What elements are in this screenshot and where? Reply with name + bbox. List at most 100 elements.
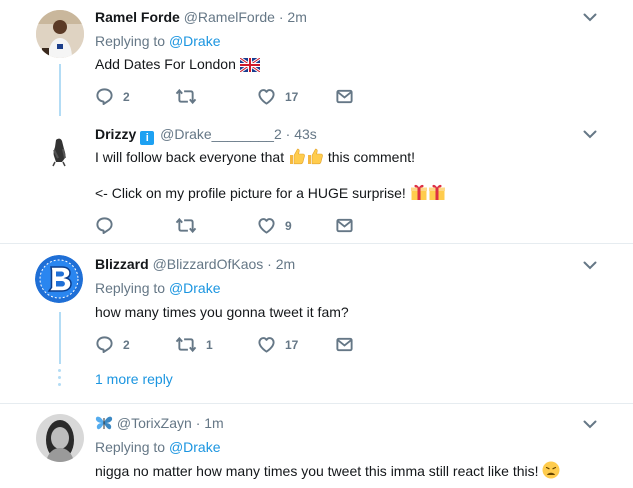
verified-badge-icon: i (140, 131, 155, 145)
tweet-text-content: how many times you gonna tweet it fam? (95, 304, 349, 320)
tweet-text-content: nigga no matter how many times you tweet… (95, 463, 539, 479)
replying-prefix: Replying to (95, 439, 166, 455)
avatar-image (36, 128, 84, 176)
retweet-count: 1 (206, 337, 213, 352)
avatar[interactable] (36, 414, 84, 462)
retweet-icon (175, 216, 197, 235)
separator: · (285, 126, 291, 142)
tweet-ramel-forde[interactable]: Ramel Forde @RamelForde · 2m Replying to… (0, 0, 633, 116)
tweet-actions: 9 (95, 216, 375, 236)
tweet-text: how many times you gonna tweet it fam? (95, 303, 349, 321)
thread-line (59, 312, 61, 364)
reply-icon (95, 87, 114, 106)
like-count: 9 (285, 218, 292, 233)
retweet-icon (175, 335, 197, 354)
retweet-button[interactable]: 1 (175, 335, 213, 354)
replying-prefix: Replying to (95, 280, 166, 296)
chevron-down-icon[interactable] (583, 127, 597, 141)
reply-icon (95, 216, 114, 235)
tweet-text-line-1: I will follow back everyone that this co… (95, 147, 415, 166)
user-handle[interactable]: @BlizzardOfKaos (153, 256, 264, 272)
mention-link[interactable]: @Drake (169, 33, 221, 49)
user-name[interactable]: Blizzard (95, 256, 149, 272)
separator: · (267, 256, 272, 272)
gift-emoji (410, 183, 428, 201)
user-handle[interactable]: @Drake________2 (160, 126, 282, 142)
tweet-header: Blizzard @BlizzardOfKaos · 2m (95, 255, 295, 273)
timestamp[interactable]: 2m (287, 9, 306, 25)
retweet-button[interactable] (175, 216, 206, 235)
tweet-actions: 2 1 17 (95, 335, 375, 355)
message-button[interactable] (335, 335, 354, 354)
retweet-button[interactable] (175, 87, 206, 106)
chevron-down-icon[interactable] (583, 417, 597, 431)
user-name[interactable]: Drizzy (95, 126, 136, 142)
tweet-text-line-2: <- Click on my profile picture for a HUG… (95, 183, 446, 202)
tweet-header: @TorixZayn · 1m (95, 414, 224, 432)
message-icon (335, 335, 354, 354)
tweet-text-before: I will follow back everyone that (95, 149, 285, 165)
thumbs-up-emoji (306, 147, 324, 165)
avatar[interactable] (36, 10, 84, 58)
chevron-down-icon[interactable] (583, 10, 597, 24)
reply-button[interactable]: 2 (95, 87, 130, 106)
tweet-actions: 2 17 (95, 87, 375, 107)
tweet-text: nigga no matter how many times you tweet… (95, 461, 560, 480)
chevron-down-icon[interactable] (583, 258, 597, 272)
weary-face-emoji (542, 461, 560, 479)
replying-to: Replying to @Drake (95, 438, 221, 456)
user-handle[interactable]: @RamelForde (184, 9, 275, 25)
mention-link[interactable]: @Drake (169, 439, 221, 455)
tweet-header: Ramel Forde @RamelForde · 2m (95, 8, 307, 26)
timestamp[interactable]: 43s (294, 126, 317, 142)
message-button[interactable] (335, 87, 354, 106)
uk-flag-emoji (239, 58, 260, 72)
heart-icon (257, 216, 276, 235)
replying-to: Replying to @Drake (95, 279, 221, 297)
thread-dots (58, 369, 61, 390)
tweet-text: Add Dates For London (95, 55, 260, 73)
reply-button[interactable] (95, 216, 123, 235)
like-button[interactable]: 17 (257, 335, 298, 354)
mention-link[interactable]: @Drake (169, 280, 221, 296)
timestamp[interactable]: 2m (276, 256, 295, 272)
avatar-image (36, 414, 84, 462)
more-replies-link[interactable]: 1 more reply (95, 370, 173, 388)
tweet-text-content: Add Dates For London (95, 56, 236, 72)
avatar[interactable] (35, 255, 83, 303)
tweet-drizzy[interactable]: Drizzy i @Drake________2 · 43s I will fol… (0, 116, 633, 244)
user-name[interactable]: Ramel Forde (95, 9, 180, 25)
reply-count: 2 (123, 337, 130, 352)
tweet-torixzayn[interactable]: @TorixZayn · 1m Replying to @Drake nigga… (0, 404, 633, 488)
timestamp[interactable]: 1m (204, 415, 223, 431)
avatar[interactable] (36, 128, 84, 176)
like-button[interactable]: 17 (257, 87, 298, 106)
user-handle[interactable]: @TorixZayn (117, 415, 192, 431)
tweet-text-content: <- Click on my profile picture for a HUG… (95, 185, 406, 201)
heart-icon (257, 335, 276, 354)
message-button[interactable] (335, 216, 354, 235)
gift-emoji (428, 183, 446, 201)
message-icon (335, 216, 354, 235)
avatar-image (35, 255, 83, 303)
like-button[interactable]: 9 (257, 216, 292, 235)
thumbs-up-emoji (288, 147, 306, 165)
tweet-blizzard[interactable]: Blizzard @BlizzardOfKaos · 2m Replying t… (0, 244, 633, 404)
reply-button[interactable]: 2 (95, 335, 130, 354)
heart-icon (257, 87, 276, 106)
replying-to: Replying to @Drake (95, 32, 221, 50)
separator: · (278, 9, 284, 25)
like-count: 17 (285, 337, 299, 352)
like-count: 17 (285, 89, 299, 104)
reply-icon (95, 335, 114, 354)
thread-line (59, 64, 61, 116)
tweet-header: Drizzy i @Drake________2 · 43s (95, 125, 317, 145)
tweet-text-after: this comment! (327, 149, 416, 165)
retweet-icon (175, 87, 197, 106)
reply-count: 2 (123, 89, 130, 104)
message-icon (335, 87, 354, 106)
avatar-image (36, 10, 84, 58)
butterfly-emoji (95, 416, 113, 430)
replying-prefix: Replying to (95, 33, 166, 49)
separator: · (195, 415, 201, 431)
